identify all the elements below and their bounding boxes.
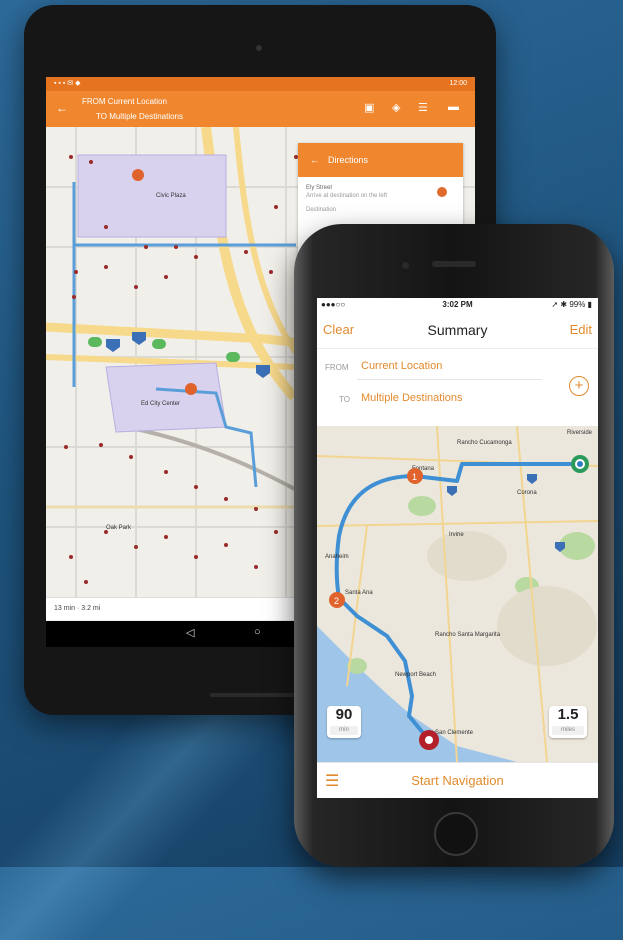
distance-unit: miles (552, 726, 584, 735)
from-label: FROM (325, 363, 349, 372)
map-label-city-center: Ed City Center (141, 401, 180, 407)
status-icons-left: ▪ ▪ ▪ ✉ ◆ (54, 80, 81, 87)
distance-value: 1.5 (557, 706, 579, 723)
map-label-santa-ana: Santa Ana (345, 590, 373, 596)
time-value: 90 (335, 706, 353, 723)
tablet-status-bar: ▪ ▪ ▪ ✉ ◆ 12:00 (46, 77, 475, 91)
back-arrow-icon[interactable]: ← (310, 143, 319, 177)
tablet-app-bar: ← FROM Current Location TO Multiple Dest… (46, 91, 475, 127)
status-time: 12:00 (449, 80, 467, 87)
phone-earpiece (432, 261, 476, 267)
map-label-irvine: Irvine (449, 532, 464, 538)
home-nav-icon[interactable]: ○ (254, 626, 261, 638)
stop-marker-icon (437, 187, 447, 197)
phone-status-bar: ●●●○○ 3:02 PM ➚ ✱ 99% ▮ (317, 298, 598, 312)
battery-icon: ➚ ✱ 99% ▮ (551, 300, 593, 309)
directions-title: Directions (328, 155, 369, 165)
direction-destination: Destination (306, 207, 337, 213)
to-label: TO (339, 395, 350, 404)
map-label-anaheim: Anaheim (325, 554, 349, 560)
route-header: FROM Current Location TO Multiple Destin… (317, 349, 598, 427)
start-navigation-button[interactable]: Start Navigation (317, 773, 598, 788)
car-icon[interactable]: ▬ (448, 101, 459, 113)
phone-nav-bar: Clear Summary Edit (317, 312, 598, 349)
map-label-rancho-cucamonga: Rancho Cucamonga (457, 440, 512, 446)
tablet-from-label[interactable]: FROM Current Location (82, 97, 167, 106)
battery-percent: 99% (569, 300, 586, 309)
directions-header: ← Directions (298, 143, 463, 177)
time-unit: min (330, 726, 358, 735)
route-divider (357, 379, 542, 380)
list-icon[interactable]: ☰ (418, 101, 428, 114)
map-label-riverside: Riverside (567, 430, 593, 436)
page-title: Summary (427, 322, 488, 338)
phone-camera (402, 262, 409, 269)
stop-1-number: 1 (412, 472, 417, 482)
back-arrow-icon[interactable]: ← (56, 101, 68, 115)
phone-device: ●●●○○ 3:02 PM ➚ ✱ 99% ▮ Clear Summary Ed… (294, 224, 614, 867)
map-label-civic-plaza: Civic Plaza (156, 193, 186, 199)
back-nav-icon[interactable]: ◁ (186, 626, 194, 639)
map-label-rancho-santa-margarita: Rancho Santa Margarita (435, 632, 501, 638)
add-stop-icon[interactable]: + (569, 376, 589, 396)
time-badge: 90 min (327, 706, 361, 738)
share-icon[interactable]: ◈ (392, 101, 400, 114)
phone-toolbar: ☰ Start Navigation (317, 762, 598, 798)
stop-2-number: 2 (334, 596, 339, 606)
distance-badge: 1.5 miles (549, 706, 587, 738)
map-label-corona: Corona (517, 490, 537, 496)
to-value[interactable]: Multiple Destinations (361, 392, 463, 404)
from-value[interactable]: Current Location (361, 360, 442, 372)
home-button[interactable] (434, 812, 478, 856)
tablet-to-label[interactable]: TO Multiple Destinations (96, 112, 183, 121)
map-label-newport-beach: Newport Beach (395, 672, 436, 678)
tablet-camera (256, 45, 262, 51)
map-label-san-clemente: San Clemente (435, 730, 474, 736)
map-label-oak-park: Oak Park (106, 525, 132, 531)
calendar-icon[interactable]: ▣ (364, 101, 374, 114)
edit-button[interactable]: Edit (570, 322, 592, 337)
phone-screen: ●●●○○ 3:02 PM ➚ ✱ 99% ▮ Clear Summary Ed… (317, 298, 598, 798)
